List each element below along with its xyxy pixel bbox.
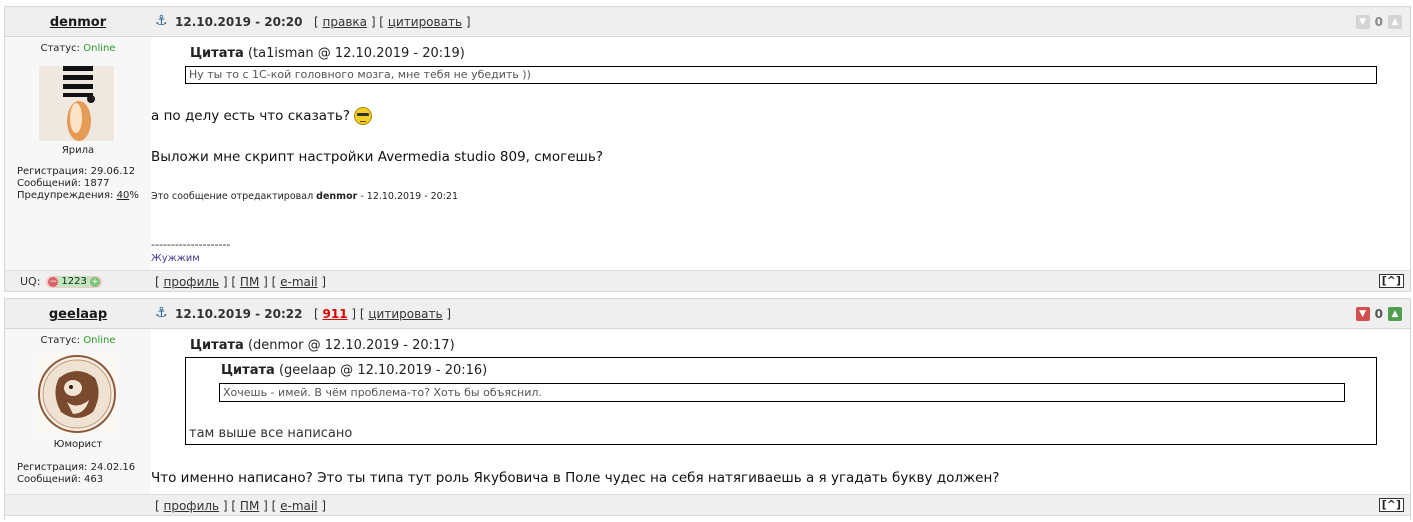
post-header: geelaap ⚓ 12.10.2019 - 20:22 [ 911 ] [ ц…: [5, 298, 1410, 329]
post-body: Цитата (ta1isman @ 12.10.2019 - 20:19) Н…: [151, 37, 1410, 270]
user-status: Статус: Online: [5, 43, 151, 54]
user-sidebar: Статус: Online Юморист Регистрация: 24.0…: [5, 329, 151, 494]
email-link[interactable]: e-mail: [280, 275, 317, 289]
profile-link[interactable]: профиль: [164, 499, 220, 513]
msg-count: Сообщений: 463: [17, 474, 104, 485]
thumb-down-icon[interactable]: ▼: [1355, 15, 1370, 29]
vote-widget: ▼ 0 ▲: [1355, 14, 1402, 30]
thumb-down-icon[interactable]: ▼: [1355, 307, 1370, 321]
uq-badge: − 1223 +: [46, 275, 102, 288]
user-status: Статус: Online: [5, 335, 151, 346]
signature-link[interactable]: Жужжим: [151, 253, 200, 264]
post-number-link[interactable]: 911: [323, 307, 348, 321]
post-header: denmor ⚓ 12.10.2019 - 20:20 [ правка ] […: [5, 6, 1410, 37]
post-actions: [ правка ] [ цитировать ]: [314, 15, 471, 29]
reg-date: Регистрация: 24.02.16: [17, 462, 136, 473]
post-body: Цитата (denmor @ 12.10.2019 - 20:17) Цит…: [151, 329, 1410, 494]
post-date: 12.10.2019 - 20:20: [175, 15, 303, 29]
post-footer: [ профиль ] [ ПМ ] [ e-mail ] [^]: [5, 494, 1410, 516]
user-rank: Юморист: [53, 439, 103, 450]
status-label: Статус:: [40, 335, 81, 346]
user-sidebar: Статус: Online Ярила Регистрация: 29.06.…: [5, 37, 151, 270]
post-date: 12.10.2019 - 20:22: [175, 307, 303, 321]
vote-count: 0: [1374, 307, 1383, 321]
author-name: geelaap: [5, 307, 151, 322]
warnings: Предупреждения: 40%: [17, 190, 139, 201]
footer-links: [ профиль ] [ ПМ ] [ e-mail ]: [155, 499, 327, 513]
edited-note: Это сообщение отредактировал denmor - 12…: [151, 191, 459, 202]
msg-count: Сообщений: 1877: [17, 178, 110, 189]
nested-quote-header: Цитата (geelaap @ 12.10.2019 - 20:16): [221, 363, 488, 378]
quote-link[interactable]: цитировать: [388, 15, 462, 29]
scroll-top-button[interactable]: [^]: [1378, 498, 1404, 512]
email-link[interactable]: e-mail: [280, 499, 317, 513]
signature: -------------------- Жужжим: [151, 238, 230, 264]
nested-quote-text: Хочешь - имей. В чём проблема-то? Хоть б…: [223, 386, 542, 399]
warn-link[interactable]: 40: [117, 190, 130, 201]
author-link[interactable]: denmor: [50, 15, 106, 30]
quote-box: Ну ты то с 1С-кой головного мозга, мне т…: [185, 66, 1377, 84]
quote-box: Цитата (geelaap @ 12.10.2019 - 20:16) Хо…: [185, 357, 1377, 445]
thumb-up-icon[interactable]: ▲: [1388, 15, 1402, 29]
cool-smiley-icon: [354, 107, 373, 125]
post-line-1: а по делу есть что сказать?: [151, 107, 373, 125]
post-actions: [ 911 ] [ цитировать ]: [314, 307, 452, 321]
reg-date: Регистрация: 29.06.12: [17, 166, 136, 177]
post-footer: UQ: − 1223 + [ профиль ] [ ПМ ] [ e-mail…: [5, 270, 1410, 292]
user-info: Регистрация: 24.02.16 Сообщений: 463: [17, 462, 135, 486]
post-1: denmor ⚓ 12.10.2019 - 20:20 [ правка ] […: [4, 6, 1411, 292]
nested-quote-box: Хочешь - имей. В чём проблема-то? Хоть б…: [219, 383, 1345, 402]
anchor-icon[interactable]: ⚓: [155, 13, 168, 29]
author-name: denmor: [5, 15, 151, 30]
vote-count: 0: [1374, 15, 1383, 29]
signature-divider: --------------------: [151, 238, 231, 251]
status-value: Online: [83, 43, 116, 54]
quote-text: Ну ты то с 1С-кой головного мозга, мне т…: [189, 68, 531, 81]
vote-widget: ▼ 0 ▲: [1355, 306, 1402, 322]
user-info: Регистрация: 29.06.12 Сообщений: 1877 Пр…: [17, 166, 139, 202]
footer-links: [ профиль ] [ ПМ ] [ e-mail ]: [155, 275, 327, 289]
quote-text: там выше все написано: [189, 426, 353, 441]
uq-rating: UQ: − 1223 +: [20, 275, 102, 288]
status-value: Online: [83, 335, 116, 346]
quote-header: Цитата (ta1isman @ 12.10.2019 - 20:19): [190, 46, 465, 61]
thumb-up-icon[interactable]: ▲: [1388, 307, 1402, 321]
post-line-2: Выложи мне скрипт настройки Avermedia st…: [151, 149, 603, 165]
pm-link[interactable]: ПМ: [240, 499, 259, 513]
avatar[interactable]: [37, 354, 117, 434]
uq-label: UQ:: [20, 275, 41, 288]
post-line-1: Что именно написано? Это ты типа тут рол…: [151, 470, 1000, 486]
post-2: geelaap ⚓ 12.10.2019 - 20:22 [ 911 ] [ ц…: [4, 298, 1411, 520]
author-link[interactable]: geelaap: [49, 307, 107, 322]
uq-plus-icon[interactable]: +: [89, 276, 100, 287]
user-rank: Ярила: [61, 145, 95, 156]
uq-minus-icon[interactable]: −: [48, 276, 59, 287]
avatar[interactable]: [39, 66, 114, 141]
edit-link[interactable]: правка: [323, 15, 368, 29]
pm-link[interactable]: ПМ: [240, 275, 259, 289]
profile-link[interactable]: профиль: [164, 275, 220, 289]
status-label: Статус:: [40, 43, 81, 54]
quote-header: Цитата (denmor @ 12.10.2019 - 20:17): [190, 338, 455, 353]
uq-value: 1223: [58, 276, 90, 287]
quote-link[interactable]: цитировать: [368, 307, 442, 321]
anchor-icon[interactable]: ⚓: [155, 305, 168, 321]
scroll-top-button[interactable]: [^]: [1378, 274, 1404, 288]
